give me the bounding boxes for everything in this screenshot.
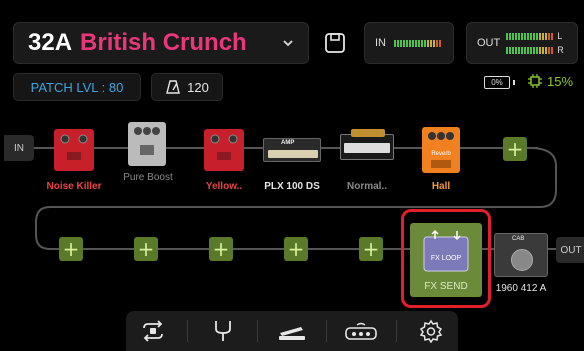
toolbar-divider <box>256 320 258 342</box>
tuner-button[interactable] <box>203 313 243 349</box>
settings-icon <box>419 319 443 343</box>
pedal-label-normal: Normal.. <box>346 181 387 192</box>
pedal-noise-killer[interactable] <box>53 128 95 172</box>
cab-badge: CAB <box>512 236 525 242</box>
pedal-yellow[interactable] <box>203 128 245 172</box>
amp-plx-100-ds[interactable]: AMP <box>263 138 321 162</box>
selection-highlight <box>401 209 491 308</box>
expression-pedal-icon <box>278 327 305 340</box>
chain-wire-route <box>35 147 557 250</box>
amp-normal[interactable] <box>340 129 394 160</box>
pedal-label-noise-killer: Noise Killer <box>46 181 102 192</box>
pedal-label-hall: Hall <box>431 181 451 192</box>
pedal-label-plx-100-ds: PLX 100 DS <box>264 181 320 192</box>
add-block-button-top[interactable]: + <box>503 137 527 161</box>
add-block-button-5[interactable]: + <box>359 237 383 261</box>
cab-block[interactable]: CAB <box>494 233 548 277</box>
expression-pedal-button[interactable] <box>272 313 312 349</box>
add-block-button-3[interactable]: + <box>209 237 233 261</box>
bottom-toolbar <box>126 311 458 351</box>
tuner-icon <box>214 321 231 341</box>
pedal-pure-boost[interactable] <box>127 121 167 167</box>
settings-button[interactable] <box>411 313 451 349</box>
footswitch-icon <box>345 322 378 340</box>
output-jack: OUT <box>556 237 584 263</box>
pedal-hall[interactable] <box>421 126 461 174</box>
loop-button[interactable] <box>133 313 173 349</box>
toolbar-divider <box>395 320 397 342</box>
pedal-label-pure-boost: Pure Boost <box>123 172 173 183</box>
input-jack: IN <box>4 135 34 161</box>
footswitch-button[interactable] <box>341 313 381 349</box>
add-block-button-2[interactable]: + <box>134 237 158 261</box>
loop-icon <box>143 320 164 342</box>
cab-label: 1960 412 A <box>495 283 547 294</box>
add-block-button-1[interactable]: + <box>59 237 83 261</box>
amp-badge: AMP <box>281 140 295 146</box>
add-block-button-4[interactable]: + <box>284 237 308 261</box>
reverb-pedal-text: Reverb <box>431 151 451 157</box>
toolbar-divider <box>187 320 189 342</box>
toolbar-divider <box>326 320 328 342</box>
